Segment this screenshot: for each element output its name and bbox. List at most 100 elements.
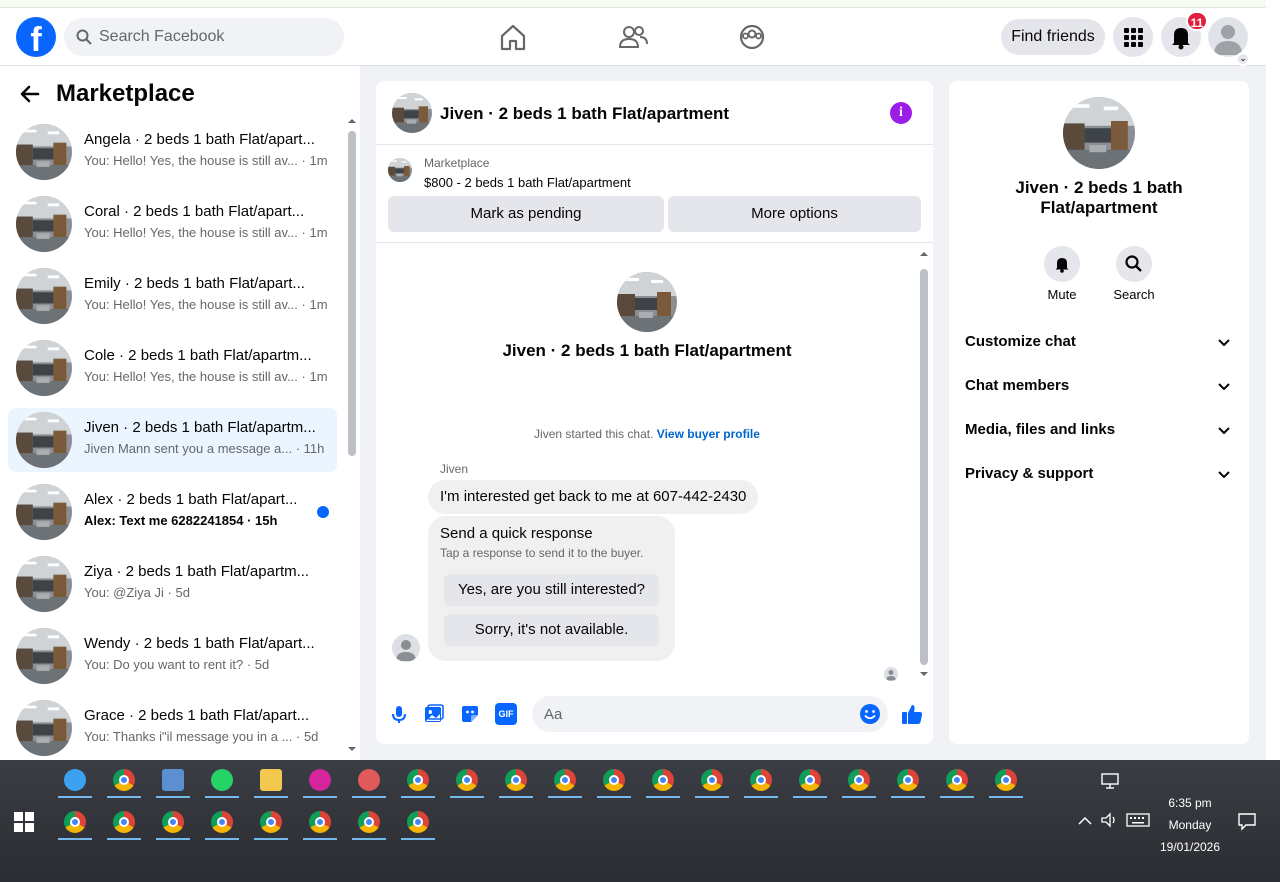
taskbar-app[interactable]: [350, 762, 388, 798]
photo-icon[interactable]: [423, 703, 445, 725]
conversation-item[interactable]: Grace · 2 beds 1 bath Flat/apart... You: …: [8, 696, 337, 760]
taskbar-app[interactable]: [56, 762, 94, 798]
system-clock[interactable]: 6:35 pm Monday 19/01/2026: [1150, 792, 1230, 858]
taskbar-app[interactable]: [399, 762, 437, 798]
quick-reply-interested-button[interactable]: Yes, are you still interested?: [444, 574, 659, 606]
network-icon[interactable]: [1101, 773, 1119, 789]
facebook-logo[interactable]: f: [16, 17, 56, 59]
search-input[interactable]: [99, 18, 329, 56]
taskbar-app[interactable]: [889, 762, 927, 798]
taskbar-app[interactable]: [301, 804, 339, 840]
taskbar-app[interactable]: [399, 804, 437, 840]
sidebar-scrollbar[interactable]: [346, 116, 358, 756]
volume-icon[interactable]: [1100, 812, 1118, 828]
windows-start-icon[interactable]: [14, 812, 34, 832]
emoji-icon[interactable]: [859, 703, 881, 725]
profile-avatar[interactable]: [1208, 17, 1248, 57]
chat-thumbnail[interactable]: [392, 93, 432, 133]
taskbar-app[interactable]: [595, 762, 633, 798]
taskbar-app[interactable]: [105, 762, 143, 798]
quick-reply-unavailable-button[interactable]: Sorry, it's not available.: [444, 614, 659, 646]
privacy-support-row[interactable]: Privacy & support: [949, 454, 1249, 494]
action-center-icon[interactable]: [1238, 813, 1256, 831]
chat-scrollbar[interactable]: [918, 244, 930, 684]
taskbar-app[interactable]: [252, 804, 290, 840]
taskbar-app[interactable]: [497, 762, 535, 798]
taskbar-app[interactable]: [301, 762, 339, 798]
home-icon[interactable]: [496, 20, 530, 54]
conversation-name: Jiven · 2 beds 1 bath Flat/apartm...: [84, 419, 316, 436]
message-input[interactable]: [544, 696, 844, 732]
details-thumbnail[interactable]: [1063, 97, 1135, 169]
chat-scroll-thumb[interactable]: [920, 269, 928, 665]
mark-pending-button[interactable]: Mark as pending: [388, 196, 664, 232]
mute-button[interactable]: Mute: [1032, 246, 1092, 302]
mute-label: Mute: [1047, 287, 1077, 302]
message-composer: GIF: [376, 692, 933, 736]
sender-avatar[interactable]: [392, 634, 420, 662]
more-options-button[interactable]: More options: [668, 196, 921, 232]
keyboard-icon[interactable]: [1126, 813, 1150, 827]
taskbar-app[interactable]: [840, 762, 878, 798]
window-scrollbar[interactable]: [1266, 0, 1280, 760]
scroll-up-icon[interactable]: [346, 116, 358, 124]
listing-price[interactable]: $800 - 2 beds 1 bath Flat/apartment: [424, 175, 631, 190]
clock-date: 19/01/2026: [1159, 840, 1221, 854]
conversation-item[interactable]: Angela · 2 beds 1 bath Flat/apart... You:…: [8, 120, 337, 184]
conversation-item[interactable]: Alex · 2 beds 1 bath Flat/apart... Alex: …: [8, 480, 337, 544]
search-box[interactable]: [64, 18, 344, 56]
sticker-icon[interactable]: [459, 703, 481, 725]
microphone-icon[interactable]: [388, 703, 410, 725]
calculator-icon: [162, 769, 184, 791]
whatsapp-icon: [211, 769, 233, 791]
scroll-up-icon[interactable]: [918, 249, 930, 257]
listing-thumbnail[interactable]: [388, 158, 412, 182]
taskbar-app[interactable]: [546, 762, 584, 798]
chevron-down-icon[interactable]: ⌄: [1236, 52, 1250, 66]
chrome-profile-icon: [603, 769, 625, 791]
search-icon: [76, 29, 92, 45]
chrome-profile-icon: [505, 769, 527, 791]
taskbar-app[interactable]: [791, 762, 829, 798]
message-input-box[interactable]: [532, 696, 888, 732]
chat-members-row[interactable]: Chat members: [949, 366, 1249, 406]
info-icon[interactable]: i: [890, 102, 912, 124]
scroll-down-icon[interactable]: [918, 671, 930, 679]
groups-icon[interactable]: [735, 20, 769, 54]
message-bubble[interactable]: I'm interested get back to me at 607-442…: [428, 480, 759, 514]
scroll-thumb[interactable]: [348, 131, 356, 456]
taskbar-app[interactable]: [154, 762, 192, 798]
conversation-item[interactable]: Cole · 2 beds 1 bath Flat/apartm... You: …: [8, 336, 337, 400]
taskbar-app[interactable]: [938, 762, 976, 798]
conversation-item[interactable]: Wendy · 2 beds 1 bath Flat/apart... You: …: [8, 624, 337, 688]
thumbs-up-icon[interactable]: [900, 702, 924, 726]
conversation-item[interactable]: Coral · 2 beds 1 bath Flat/apart... You: …: [8, 192, 337, 256]
taskbar-app[interactable]: [987, 762, 1025, 798]
taskbar-app[interactable]: [252, 762, 290, 798]
customize-chat-row[interactable]: Customize chat: [949, 322, 1249, 362]
menu-grid-button[interactable]: [1113, 17, 1153, 57]
media-files-links-row[interactable]: Media, files and links: [949, 410, 1249, 450]
chat-title[interactable]: Jiven · 2 beds 1 bath Flat/apartment: [440, 104, 729, 124]
scroll-down-icon[interactable]: [346, 746, 358, 754]
view-buyer-profile-link[interactable]: View buyer profile: [657, 427, 760, 441]
conversation-item[interactable]: Jiven · 2 beds 1 bath Flat/apartm... Jive…: [8, 408, 337, 472]
friends-icon[interactable]: [616, 20, 650, 54]
back-arrow-icon[interactable]: [20, 84, 40, 104]
gif-icon[interactable]: GIF: [495, 703, 517, 725]
taskbar-app[interactable]: [742, 762, 780, 798]
taskbar-app[interactable]: [203, 804, 241, 840]
taskbar-app[interactable]: [693, 762, 731, 798]
taskbar-app[interactable]: [154, 804, 192, 840]
chevron-up-icon[interactable]: [1078, 815, 1092, 825]
taskbar-app[interactable]: [56, 804, 94, 840]
taskbar-app[interactable]: [448, 762, 486, 798]
taskbar-app[interactable]: [203, 762, 241, 798]
conversation-item[interactable]: Emily · 2 beds 1 bath Flat/apart... You: …: [8, 264, 337, 328]
taskbar-app[interactable]: [644, 762, 682, 798]
taskbar-app[interactable]: [105, 804, 143, 840]
search-chat-button[interactable]: Search: [1104, 246, 1164, 302]
find-friends-button[interactable]: Find friends: [1001, 19, 1105, 55]
taskbar-app[interactable]: [350, 804, 388, 840]
conversation-item[interactable]: Ziya · 2 beds 1 bath Flat/apartm... You: …: [8, 552, 337, 616]
